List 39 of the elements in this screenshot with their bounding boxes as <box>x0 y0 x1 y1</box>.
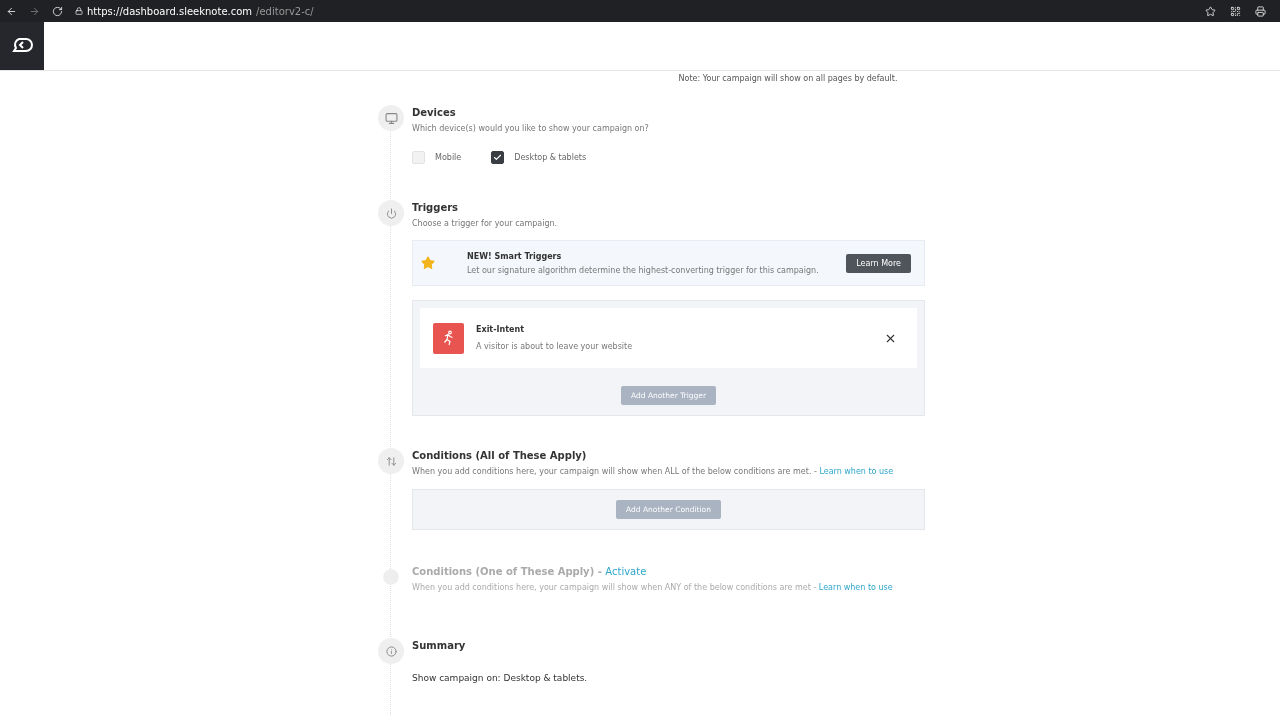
back-logo-button[interactable] <box>0 22 44 70</box>
section-subtitle: Choose a trigger for your campaign. <box>412 219 559 228</box>
checkmark-icon <box>493 153 503 162</box>
star-icon <box>421 256 435 270</box>
checkbox-label: Mobile <box>435 153 462 162</box>
section-title: Triggers <box>412 202 460 213</box>
section-subtitle: When you add conditions here, your campaign will show when ANY of the below conditions are met - Learn when to use <box>412 583 894 592</box>
banner-text: Let our signature algorithm determine the highest-converting trigger for this campaign. <box>467 265 820 275</box>
printer-icon[interactable] <box>1255 5 1266 17</box>
banner-title: NEW! Smart Triggers <box>467 251 563 261</box>
section-title: Conditions (All of These Apply) <box>412 450 588 461</box>
section-subtitle: Which device(s) would you like to show your campaign on? <box>412 124 650 133</box>
speech-bubble-back-icon <box>10 37 34 55</box>
sort-arrows-icon <box>378 448 404 474</box>
learn-link[interactable]: Learn when to use <box>819 467 894 476</box>
address-bar[interactable]: https://dashboard.sleeknote.com /editorv2-c/ <box>75 5 314 17</box>
section-title: Summary <box>412 640 467 651</box>
forward-icon[interactable] <box>29 5 40 17</box>
section-subtitle: When you add conditions here, your campaign will show when ALL of the below conditions are met. - Learn when to use <box>412 467 895 476</box>
qr-code-icon[interactable] <box>1230 5 1241 17</box>
activate-link[interactable]: Activate <box>605 566 647 577</box>
checkbox-label: Desktop & tablets <box>514 153 587 162</box>
learn-link[interactable]: Learn when to use <box>818 583 893 592</box>
learn-more-button[interactable]: Learn More <box>846 253 911 273</box>
monitor-icon <box>378 105 404 131</box>
note-text: Note: Your campaign will show on all pages by default. <box>677 73 899 83</box>
info-icon <box>378 638 404 664</box>
checkbox[interactable] <box>491 151 505 164</box>
timeline-dot <box>383 569 399 585</box>
section-title: Devices <box>412 107 457 118</box>
power-icon <box>378 200 404 226</box>
summary-text: Show campaign on: Desktop & tablets. <box>412 673 589 683</box>
section-title: Conditions (One of These Apply) - Activate <box>412 566 648 577</box>
running-person-icon <box>433 322 464 354</box>
trigger-title: Exit-Intent <box>476 325 525 334</box>
reload-icon[interactable] <box>52 5 63 17</box>
trigger-description: A visitor is about to leave your website <box>476 342 634 351</box>
bookmark-star-icon[interactable] <box>1205 5 1216 17</box>
back-icon[interactable] <box>6 5 17 17</box>
